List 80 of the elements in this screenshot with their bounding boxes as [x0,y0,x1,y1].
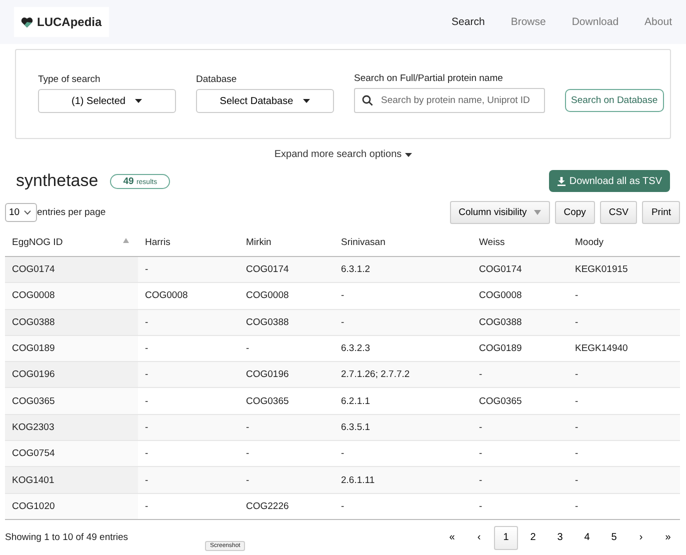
nav-link[interactable]: Download [572,16,619,28]
caret-icon [135,99,142,103]
table-cell: - [472,414,568,441]
heart-icon [21,16,33,28]
table-cell: KOG2303 [5,414,138,441]
field-label: Database [196,74,238,85]
table-cell: - [472,362,568,388]
table-cell: COG0754 [5,440,138,467]
table-cell: COG0196 [5,362,138,388]
table-cell: - [138,362,239,388]
table-cell: COG0008 [5,282,138,310]
table-cell: - [568,466,680,494]
download-button[interactable]: Download all as TSV [549,170,670,192]
table-button[interactable]: CSV [600,201,638,224]
table-cell: - [239,414,334,441]
page-button[interactable]: ‹ [467,526,491,550]
table-cell: - [472,466,568,494]
dropdown[interactable]: (1) Selected [38,89,176,113]
page-button[interactable]: 1 [494,526,518,550]
results-title: synthetase [16,171,98,191]
table-cell: - [138,309,239,336]
nav-link[interactable]: Browse [510,16,546,28]
table-cell: - [138,493,239,520]
table-cell: COG0189 [5,335,138,362]
caret-icon [534,210,541,215]
table-cell: COG0388 [5,309,138,336]
page-button[interactable]: » [656,526,680,550]
page-button[interactable]: 4 [575,526,599,550]
table-cell: KEGK01915 [568,256,680,283]
table-cell: COG0174 [239,256,334,283]
nav-link[interactable]: Search [452,16,485,28]
table-cell: - [334,309,472,336]
page-button[interactable]: « [440,526,464,550]
table-cell: - [239,466,334,494]
table-cell: - [472,493,568,520]
caret-icon [303,99,310,103]
table-cell: COG0365 [5,388,138,414]
field-label: Search on Full/Partial protein name [354,73,504,84]
table-button[interactable]: Copy [554,201,595,224]
table-cell: - [138,256,239,283]
table-cell: COG0388 [239,309,334,336]
search-field[interactable]: Search by protein name, Uniprot ID [354,88,545,113]
table-cell: - [138,466,239,494]
caret-icon [404,152,412,156]
page-size-select[interactable]: 10 [5,203,37,222]
page-button[interactable]: 2 [521,526,545,550]
table-button[interactable]: Column visibility [450,201,550,224]
page-button[interactable]: › [629,526,653,550]
expand-options-link[interactable]: Expand more search options [274,149,412,160]
table-cell: COG2226 [239,493,334,520]
table-cell: - [568,362,680,388]
table-cell: COG0196 [239,362,334,388]
table-cell: COG0174 [472,256,568,283]
table-cell: - [138,414,239,441]
table-cell: 6.3.5.1 [334,414,472,441]
table-cell: - [568,493,680,520]
brand-logo[interactable]: LUCApedia [14,7,109,37]
table-cell: COG1020 [5,493,138,520]
table-cell: COG0174 [5,256,138,283]
table-cell: 2.6.1.11 [334,466,472,494]
table-cell: - [568,309,680,336]
sort-icon [123,238,129,243]
dropdown[interactable]: Select Database [196,89,334,113]
nav-link[interactable]: About [644,16,672,28]
table-cell: 6.3.1.2 [334,256,472,283]
table-cell: KOG1401 [5,466,138,494]
search-button[interactable]: Search on Database [565,89,664,112]
page-button[interactable]: 5 [602,526,626,550]
page-size-label: entries per page [37,207,106,218]
table-cell: - [334,493,472,520]
brand-name: LUCApedia [37,15,102,29]
download-icon [557,176,566,186]
chevron-icon [24,210,31,215]
table-cell: - [568,414,680,441]
table-button[interactable]: Print [642,201,680,224]
table-cell: COG0388 [472,309,568,336]
field-label: Type of search [38,74,102,85]
entries-info: Showing 1 to 10 of 49 entries [5,532,128,544]
page-button[interactable]: 3 [548,526,572,550]
table-cell: 2.7.1.26; 2.7.7.2 [334,362,472,388]
